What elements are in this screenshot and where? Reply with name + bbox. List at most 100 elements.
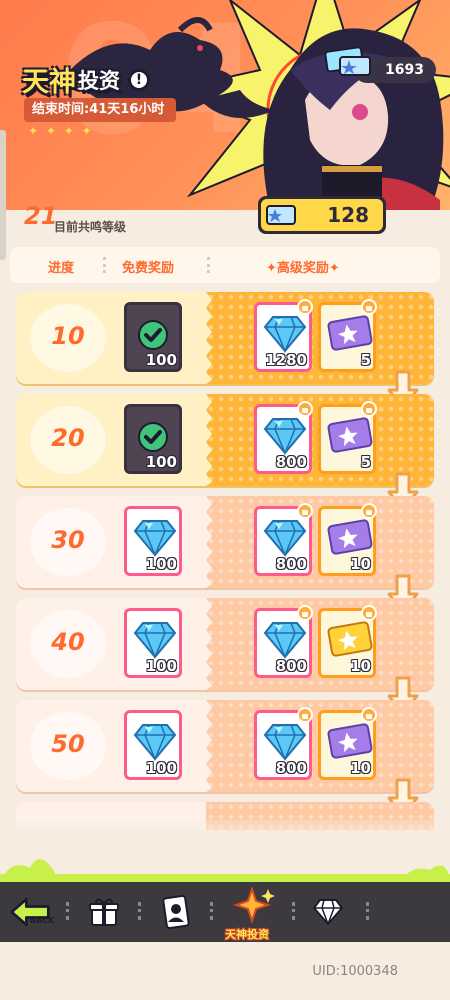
diamond-shop-tab[interactable] [306,890,350,934]
reward-qty: 10 [350,555,371,573]
premium-reward-card[interactable]: 800 [254,401,313,474]
row-level: 50 [51,730,85,758]
reward-qty: 1280 [265,351,307,369]
reward-row[interactable]: 50 100 800 10 [16,700,434,792]
back-arrow-icon [10,897,50,927]
current-level: 21 [24,202,58,230]
diamond-icon [263,316,307,353]
free-reward-card[interactable]: 100 [124,404,182,474]
info-icon[interactable]: ! [128,68,150,91]
zigzag-divider [200,394,212,486]
nav-divider [292,902,296,920]
row-level: 40 [51,628,85,656]
free-reward-card[interactable]: 100 [124,608,182,678]
check-icon [138,422,168,452]
lock-icon [361,707,377,723]
diamond-icon [263,724,307,761]
lime-trim [0,874,450,882]
zigzag-divider [200,598,212,690]
premium-reward-card[interactable]: 800 [254,605,313,678]
premium-reward-card[interactable]: 800 [254,503,313,576]
premium-reward-card[interactable]: 1280 [254,299,313,372]
free-reward-card[interactable]: 100 [124,710,182,780]
purple-ticket-icon [327,519,373,555]
reward-qty: 800 [275,759,307,777]
lock-icon [297,707,313,723]
card-icon [162,895,190,929]
reward-qty: 800 [275,453,307,471]
nav-divider [210,902,214,920]
back-button[interactable] [8,890,52,934]
free-reward-card[interactable]: 100 [124,302,182,372]
side-scroll-tab[interactable] [0,130,6,260]
reward-row[interactable]: 40 100 800 10 [16,598,434,690]
premium-reward-card[interactable]: 10 [318,503,377,576]
premium-reward-card[interactable]: 5 [318,401,377,474]
column-divider [103,257,106,273]
reward-qty: 5 [360,453,371,471]
stars-decoration: ✦ ✦ ✦ ✦ [28,124,94,138]
row-level: 20 [51,424,85,452]
diamond-shop-icon [312,899,344,927]
lock-icon [297,299,313,315]
lock-icon [297,401,313,417]
purple-ticket-icon [327,723,373,759]
currency-badge[interactable]: 1693 [339,56,436,83]
reward-qty: 100 [145,453,177,471]
column-progress: 进度 [48,261,75,276]
diamond-icon [263,520,307,557]
diamond-icon [263,418,307,455]
zigzag-divider [200,700,212,792]
diamond-icon [133,520,177,557]
ticket-total-badge: 128 [258,196,386,234]
lock-icon [297,503,313,519]
diamond-icon [263,622,307,659]
gift-icon [89,898,119,926]
sparkle-icon [232,887,275,925]
premium-reward-card[interactable]: 800 [254,707,313,780]
row-level: 30 [51,526,85,554]
reward-qty: 10 [350,759,371,777]
reward-qty: 800 [275,657,307,675]
reward-row[interactable]: 20 100 800 5 [16,394,434,486]
character-illustration: ✦ [263,28,444,210]
purple-ticket-icon [327,417,373,453]
gift-tab[interactable] [82,890,126,934]
nav-divider [138,902,142,920]
column-header: 进度 免费奖励 ✦高级奖励✦ [10,247,440,283]
column-divider [207,257,210,273]
reward-qty: 800 [275,555,307,573]
ticket-icon [339,56,371,76]
header-banner: 04 ✦ 天神 投资 ! 结束时间:41天16小时 ✦ ✦ ✦ ✦ 1693 [0,0,450,210]
ticket-total-value: 128 [327,203,369,227]
column-premium: ✦高级奖励✦ [266,261,340,276]
zigzag-divider [200,496,212,588]
free-reward-card[interactable]: 100 [124,506,182,576]
premium-reward-card[interactable]: 5 [318,299,377,372]
premium-reward-card[interactable]: 10 [318,605,377,678]
premium-reward-card[interactable]: 10 [318,707,377,780]
event-title: 天神 [22,67,76,98]
back-label: BACK [30,916,55,925]
lock-icon [361,299,377,315]
reward-qty: 100 [145,555,177,573]
purple-ticket-icon [327,315,373,351]
reward-qty: 10 [350,657,371,675]
reward-row[interactable]: 30 100 800 10 [16,496,434,588]
reward-row[interactable]: 10 100 1280 5 [16,292,434,384]
lock-icon [361,401,377,417]
ticket-icon [266,205,296,225]
reward-list[interactable]: 10 100 1280 5 20 100 800 5 30 100 800 10 40 100 800 10 5… [0,290,450,830]
uid-label: UID:1000348 [312,964,398,979]
card-tab[interactable] [154,890,198,934]
reward-qty: 100 [145,657,177,675]
currency-value: 1693 [385,62,424,78]
diamond-icon [133,724,177,761]
nav-divider [66,902,70,920]
column-free: 免费奖励 [122,261,175,276]
reward-qty: 100 [145,351,177,369]
investment-tab[interactable] [232,884,276,928]
lock-icon [361,503,377,519]
gold-ticket-icon [327,621,373,657]
check-icon [138,320,168,350]
